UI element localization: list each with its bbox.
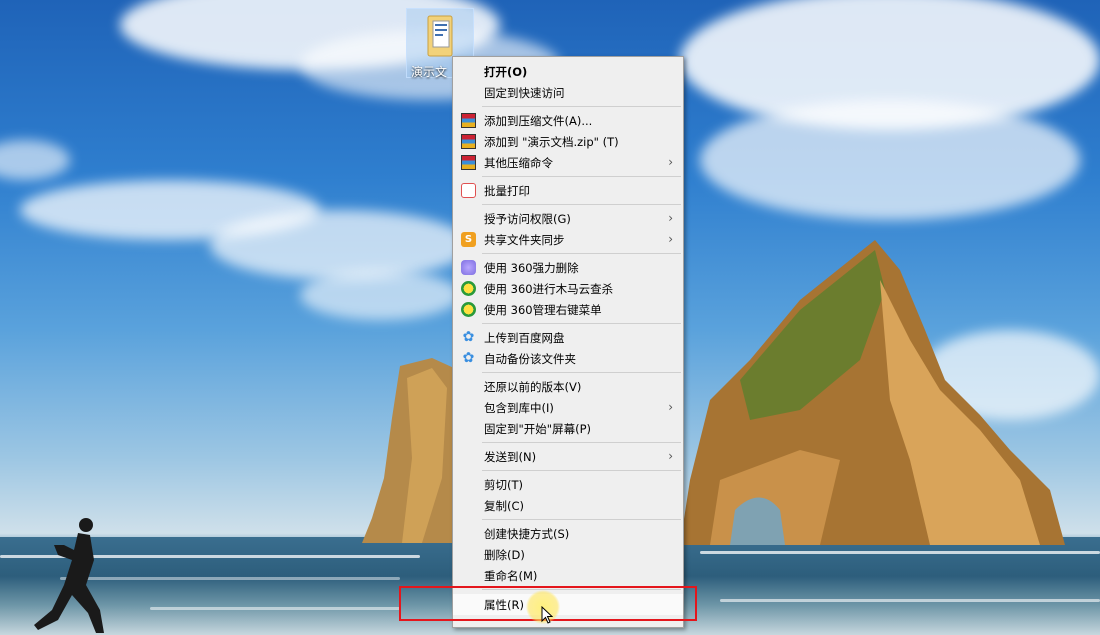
menu-item-label: 使用 360进行木马云查杀 — [484, 282, 614, 296]
menu-item-label: 使用 360强力删除 — [484, 261, 579, 275]
menu-item-delete[interactable]: 删除(D) — [453, 544, 683, 565]
chevron-right-icon: › — [668, 232, 673, 246]
right-rock-arch — [680, 240, 1065, 545]
menu-item-label: 其他压缩命令 — [484, 156, 553, 170]
menu-item-label: 剪切(T) — [484, 478, 523, 492]
menu-item-label: 添加到压缩文件(A)... — [484, 114, 593, 128]
printer-icon — [461, 183, 476, 198]
menu-item-label: 自动备份该文件夹 — [484, 352, 576, 366]
left-rock — [362, 358, 457, 543]
context-menu: 打开(O) 固定到快速访问 添加到压缩文件(A)... 添加到 "演示文档.zi… — [452, 56, 684, 628]
menu-item-label: 固定到快速访问 — [484, 86, 565, 100]
baidu-netdisk-icon: ✿ — [462, 350, 475, 366]
baidu-netdisk-icon: ✿ — [462, 329, 475, 345]
menu-separator — [482, 253, 681, 254]
menu-separator — [482, 323, 681, 324]
menu-item-cut[interactable]: 剪切(T) — [453, 474, 683, 495]
menu-separator — [482, 176, 681, 177]
360-icon — [461, 281, 476, 296]
runner-silhouette — [34, 518, 104, 633]
menu-separator — [482, 372, 681, 373]
menu-item-label: 复制(C) — [484, 499, 525, 513]
share-sync-icon: S — [461, 232, 476, 247]
menu-item-label: 授予访问权限(G) — [484, 212, 571, 226]
menu-item-other-archive-commands[interactable]: 其他压缩命令 › — [453, 152, 683, 173]
menu-item-label: 打开(O) — [484, 65, 528, 79]
menu-item-batch-print[interactable]: 批量打印 — [453, 180, 683, 201]
menu-item-label: 共享文件夹同步 — [484, 233, 565, 247]
chevron-right-icon: › — [668, 400, 673, 414]
menu-item-upload-baidu[interactable]: ✿ 上传到百度网盘 — [453, 327, 683, 348]
menu-item-grant-access[interactable]: 授予访问权限(G) › — [453, 208, 683, 229]
menu-item-shared-folder-sync[interactable]: S 共享文件夹同步 › — [453, 229, 683, 250]
menu-item-pin-to-start[interactable]: 固定到"开始"屏幕(P) — [453, 418, 683, 439]
360-icon — [461, 302, 476, 317]
menu-item-pin-quick-access[interactable]: 固定到快速访问 — [453, 82, 683, 103]
menu-separator — [482, 106, 681, 107]
menu-item-copy[interactable]: 复制(C) — [453, 495, 683, 516]
menu-item-360-shred[interactable]: 使用 360强力删除 — [453, 257, 683, 278]
menu-item-send-to[interactable]: 发送到(N) › — [453, 446, 683, 467]
menu-item-auto-backup[interactable]: ✿ 自动备份该文件夹 — [453, 348, 683, 369]
menu-item-360-manage-menu[interactable]: 使用 360管理右键菜单 — [453, 299, 683, 320]
archive-icon — [461, 155, 476, 170]
menu-item-label: 添加到 "演示文档.zip" (T) — [484, 135, 619, 149]
menu-separator — [482, 470, 681, 471]
menu-item-label: 固定到"开始"屏幕(P) — [484, 422, 591, 436]
menu-item-360-trojan-scan[interactable]: 使用 360进行木马云查杀 — [453, 278, 683, 299]
menu-item-rename[interactable]: 重命名(M) — [453, 565, 683, 586]
menu-item-open[interactable]: 打开(O) — [453, 61, 683, 82]
chevron-right-icon: › — [668, 155, 673, 169]
menu-separator — [482, 519, 681, 520]
chevron-right-icon: › — [668, 211, 673, 225]
menu-item-add-to-archive[interactable]: 添加到压缩文件(A)... — [453, 110, 683, 131]
menu-item-label: 使用 360管理右键菜单 — [484, 303, 602, 317]
menu-item-create-shortcut[interactable]: 创建快捷方式(S) — [453, 523, 683, 544]
menu-item-label: 创建快捷方式(S) — [484, 527, 570, 541]
menu-item-include-in-library[interactable]: 包含到库中(I) › — [453, 397, 683, 418]
menu-item-label: 上传到百度网盘 — [484, 331, 565, 345]
menu-item-add-to-zip[interactable]: 添加到 "演示文档.zip" (T) — [453, 131, 683, 152]
menu-item-label: 包含到库中(I) — [484, 401, 554, 415]
document-file-icon — [427, 15, 453, 57]
menu-item-restore-previous[interactable]: 还原以前的版本(V) — [453, 376, 683, 397]
menu-item-label: 重命名(M) — [484, 569, 538, 583]
archive-icon — [461, 134, 476, 149]
menu-separator — [482, 204, 681, 205]
shred-icon — [461, 260, 476, 275]
menu-separator — [482, 442, 681, 443]
desktop-icon-label: 演示文 — [411, 65, 448, 79]
menu-item-label: 批量打印 — [484, 184, 530, 198]
archive-icon — [461, 113, 476, 128]
chevron-right-icon: › — [668, 449, 673, 463]
mouse-cursor-icon — [541, 606, 553, 624]
menu-item-label: 还原以前的版本(V) — [484, 380, 582, 394]
menu-item-label: 删除(D) — [484, 548, 525, 562]
menu-item-label: 发送到(N) — [484, 450, 537, 464]
